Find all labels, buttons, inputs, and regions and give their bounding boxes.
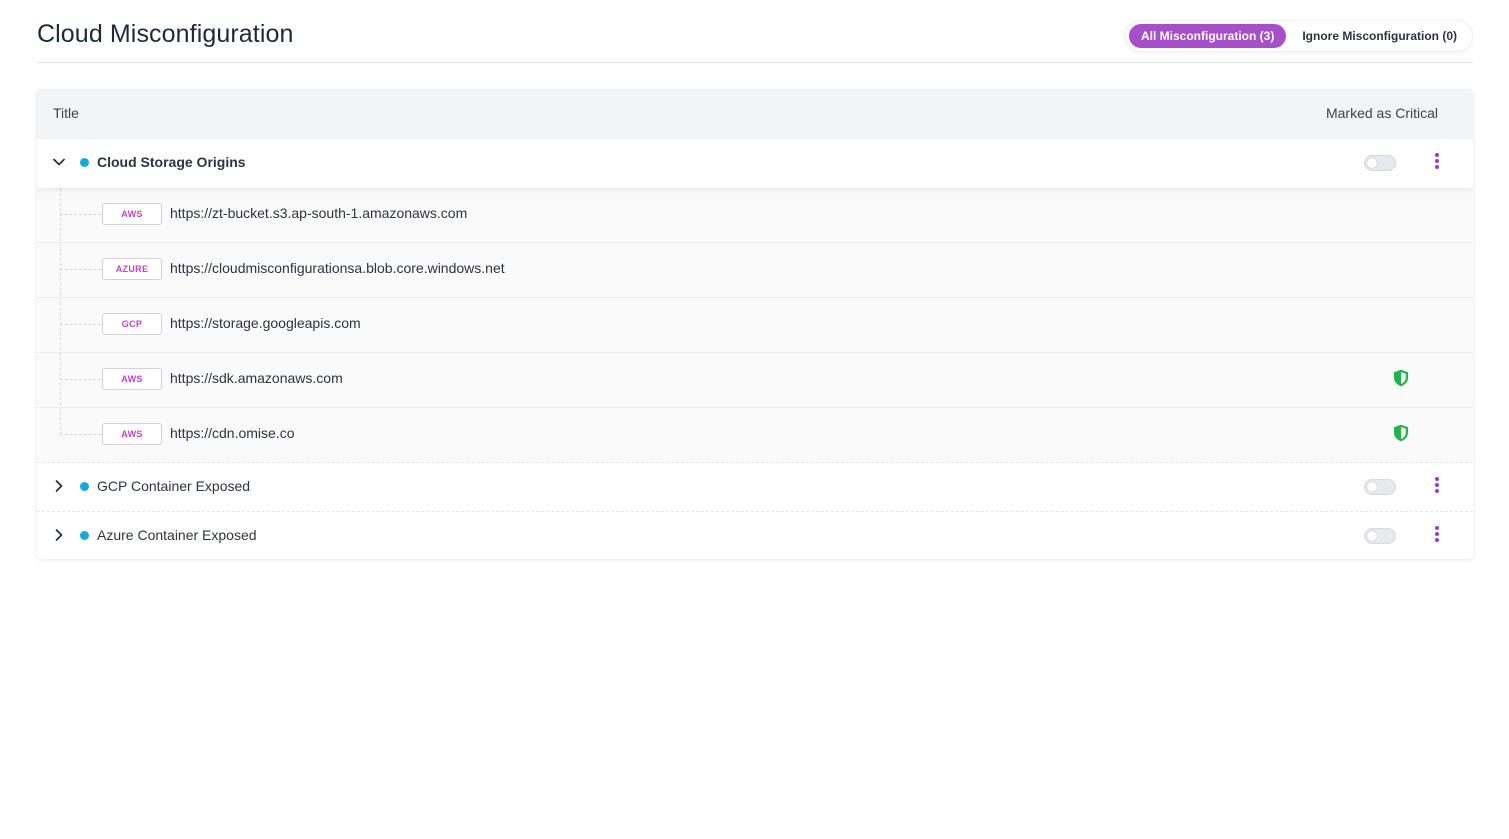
origin-url: https://zt-bucket.s3.ap-south-1.amazonaw… — [170, 205, 468, 221]
chevron-down-icon[interactable] — [51, 154, 67, 170]
kebab-menu-icon[interactable] — [1429, 524, 1445, 544]
page: Cloud Misconfiguration All Misconfigurat… — [0, 0, 1509, 839]
provider-badge: AZURE — [102, 258, 162, 280]
tree-branch-line — [60, 324, 101, 325]
column-header-critical: Marked as Critical — [1325, 105, 1438, 121]
status-dot — [80, 531, 89, 540]
provider-badge: AWS — [102, 203, 162, 225]
page-title: Cloud Misconfiguration — [37, 20, 294, 48]
chevron-right-icon[interactable] — [51, 527, 67, 543]
group-row-cloud-storage-origins[interactable]: Cloud Storage Origins — [37, 139, 1473, 188]
filter-tab-group: All Misconfiguration (3) Ignore Misconfi… — [1124, 20, 1473, 52]
tab-ignore-misconfiguration[interactable]: Ignore Misconfiguration (0) — [1290, 24, 1469, 48]
list-item: AWS https://zt-bucket.s3.ap-south-1.amaz… — [37, 188, 1473, 243]
toggle-knob — [1367, 158, 1377, 168]
group-row-azure-container-exposed[interactable]: Azure Container Exposed — [37, 512, 1473, 559]
toggle-knob — [1367, 531, 1377, 541]
tree-branch-line — [60, 434, 101, 435]
shield-check-icon — [1394, 424, 1408, 442]
critical-toggle[interactable] — [1364, 155, 1396, 171]
origin-url: https://cloudmisconfigurationsa.blob.cor… — [170, 260, 505, 276]
toggle-knob — [1367, 482, 1377, 492]
group-title: Cloud Storage Origins — [97, 154, 246, 170]
kebab-menu-icon[interactable] — [1429, 475, 1445, 495]
critical-toggle[interactable] — [1364, 479, 1396, 495]
column-header-title: Title — [53, 105, 79, 121]
origin-url: https://sdk.amazonaws.com — [170, 370, 343, 386]
group-children: AWS https://zt-bucket.s3.ap-south-1.amaz… — [37, 188, 1473, 463]
list-item: AWS https://cdn.omise.co — [37, 408, 1473, 463]
shield-check-icon — [1394, 369, 1408, 387]
tab-all-misconfiguration[interactable]: All Misconfiguration (3) — [1128, 24, 1287, 48]
list-item: AZURE https://cloudmisconfigurationsa.bl… — [37, 243, 1473, 298]
misconfiguration-table: Title Marked as Critical Cloud Storage O… — [37, 89, 1473, 559]
status-dot — [80, 158, 89, 167]
group-title: GCP Container Exposed — [97, 478, 251, 494]
chevron-right-icon[interactable] — [51, 478, 67, 494]
provider-badge: AWS — [102, 368, 162, 390]
tree-branch-line — [60, 379, 101, 380]
provider-badge: AWS — [102, 423, 162, 445]
page-header: Cloud Misconfiguration All Misconfigurat… — [37, 14, 1473, 63]
critical-toggle[interactable] — [1364, 528, 1396, 544]
table-header: Title Marked as Critical — [37, 89, 1473, 139]
origin-url: https://storage.googleapis.com — [170, 315, 361, 331]
status-dot — [80, 482, 89, 491]
kebab-menu-icon[interactable] — [1429, 151, 1445, 171]
origin-url: https://cdn.omise.co — [170, 425, 295, 441]
tree-branch-line — [60, 269, 101, 270]
group-title: Azure Container Exposed — [97, 527, 257, 543]
list-item: AWS https://sdk.amazonaws.com — [37, 353, 1473, 408]
list-item: GCP https://storage.googleapis.com — [37, 298, 1473, 353]
group-row-gcp-container-exposed[interactable]: GCP Container Exposed — [37, 463, 1473, 512]
provider-badge: GCP — [102, 313, 162, 335]
tree-branch-line — [60, 214, 101, 215]
